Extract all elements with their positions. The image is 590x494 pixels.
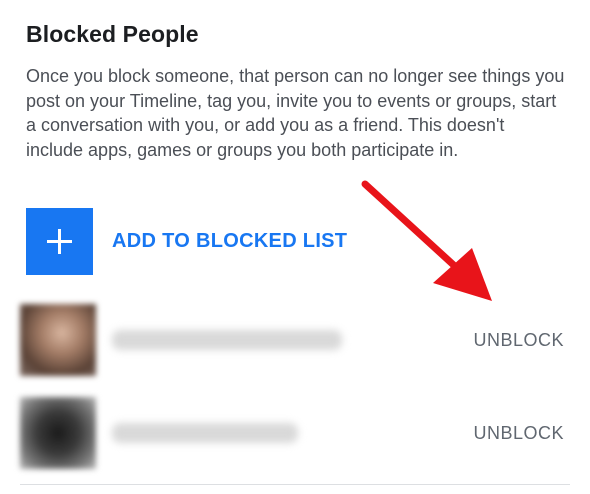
blocking-description: Once you block someone, that person can … [26,66,565,160]
blocked-people-page: Blocked People Once you block someone, t… [0,0,590,494]
unblock-button[interactable]: UNBLOCK [473,423,564,444]
plus-icon [26,208,93,275]
blocked-person-row: UNBLOCK [20,304,570,376]
list-divider [20,484,570,485]
blurred-person-name [112,423,298,443]
add-to-blocked-list-button[interactable]: ADD TO BLOCKED LIST [26,208,347,275]
blocked-person-row: UNBLOCK [20,397,570,469]
add-to-blocked-list-label: ADD TO BLOCKED LIST [112,230,348,252]
blurred-person-name [112,330,342,350]
avatar [20,397,96,469]
page-title: Blocked People [26,21,199,47]
avatar [20,304,96,376]
unblock-button[interactable]: UNBLOCK [473,330,564,351]
